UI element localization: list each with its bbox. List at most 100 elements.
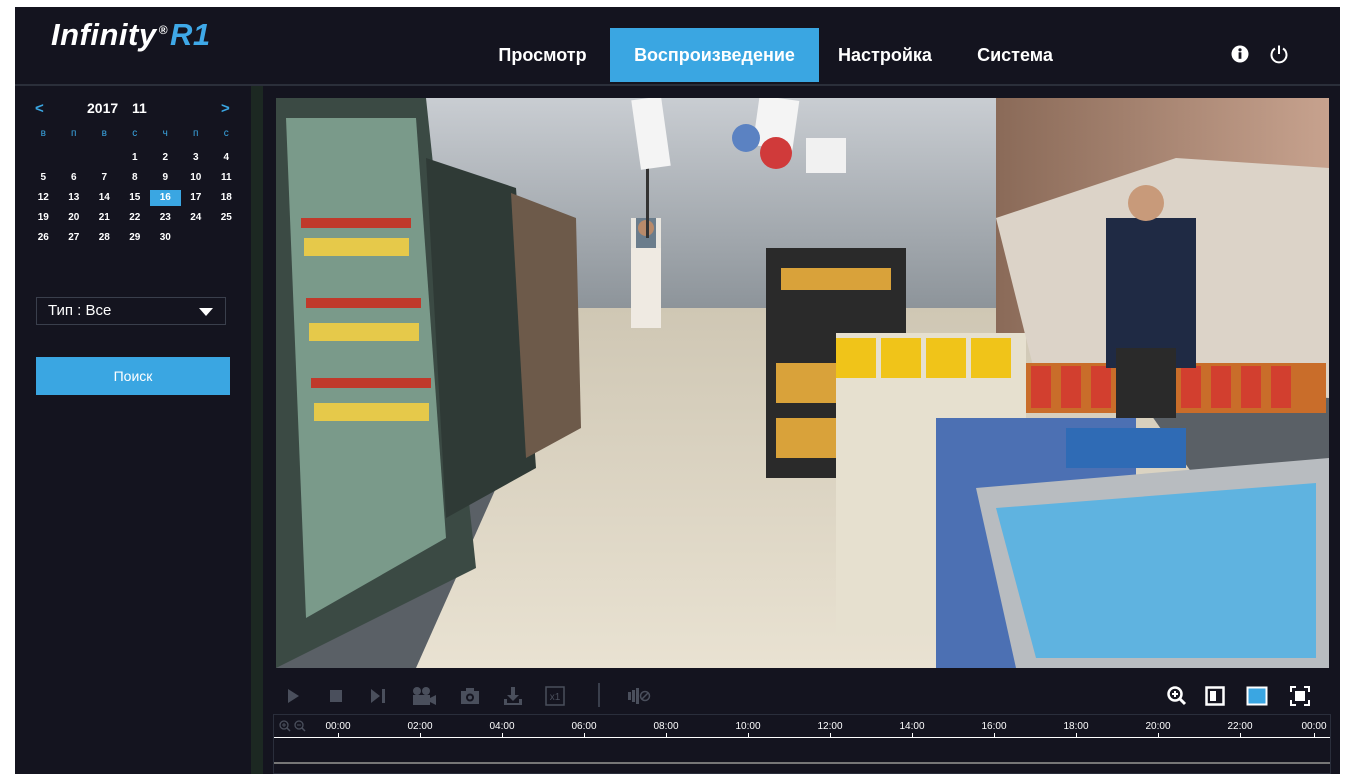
weekday-label: с [132,128,138,139]
calendar-day[interactable]: 12 [28,190,59,206]
info-icon[interactable] [1231,45,1249,68]
camera-feed-image [276,98,1329,668]
timeline[interactable]: 00:00 02:00 04:00 06:00 08:00 10:00 12:0… [273,714,1331,774]
calendar-day[interactable]: 22 [120,210,151,226]
calendar-next-month[interactable]: > [221,100,230,117]
calendar-week: 5 6 7 8 9 10 11 [28,170,242,186]
calendar-day[interactable]: 23 [150,210,181,226]
calendar-day[interactable]: 3 [181,150,212,166]
calendar-day[interactable]: 11 [211,170,242,186]
timeline-tick [748,733,749,738]
weekday-label: п [193,128,199,139]
timeline-tick [584,733,585,738]
calendar-day[interactable]: 8 [120,170,151,186]
logo: Infinity ®R1 [51,17,211,52]
video-playback-view[interactable] [276,98,1329,668]
timeline-tick [1240,733,1241,738]
speed-x1-icon[interactable]: x1 [544,685,566,707]
record-type-value: Тип : Все [48,302,112,319]
calendar-day[interactable]: 24 [181,210,212,226]
timeline-label: 18:00 [1063,721,1089,732]
calendar-day[interactable]: 27 [59,230,90,246]
timeline-label: 00:00 [325,721,351,732]
timeline-zoom-out-icon[interactable] [294,719,306,737]
weekday-label: в [101,128,107,139]
calendar-day[interactable]: 17 [181,190,212,206]
timeline-tick [1314,733,1315,738]
calendar-weekdays: в п в с ч п с [28,126,242,142]
single-view-icon[interactable] [1204,685,1226,707]
calendar-day[interactable]: 9 [150,170,181,186]
stop-icon[interactable] [325,685,347,707]
timeline-label: 20:00 [1145,721,1171,732]
zoom-in-icon[interactable] [1166,685,1188,707]
snapshot-icon[interactable] [459,685,481,707]
calendar-day[interactable]: 10 [181,170,212,186]
timeline-tick [994,733,995,738]
timeline-tick [912,733,913,738]
nav-tab-settings[interactable]: Настройка [826,28,944,82]
calendar-day[interactable]: 6 [59,170,90,186]
timeline-label: 02:00 [407,721,433,732]
timeline-tick [1158,733,1159,738]
next-frame-icon[interactable] [367,685,389,707]
weekday-label: п [71,128,77,139]
calendar-day[interactable]: 26 [28,230,59,246]
power-icon[interactable] [1269,44,1289,69]
calendar-week: 26 27 28 29 30 [28,230,242,246]
controls-divider [598,683,600,707]
timeline-label: 16:00 [981,721,1007,732]
calendar-day[interactable]: 21 [89,210,120,226]
timeline-tick [338,733,339,738]
timeline-label: 08:00 [653,721,679,732]
timeline-tick [830,733,831,738]
calendar-day[interactable]: 2 [150,150,181,166]
calendar-day[interactable]: 15 [120,190,151,206]
calendar-week: 12 13 14 15 16 17 18 [28,190,242,206]
calendar-day[interactable]: 7 [89,170,120,186]
search-button[interactable]: Поиск [36,357,230,395]
calendar-day[interactable]: 4 [211,150,242,166]
calendar-day[interactable]: 30 [150,230,181,246]
playback-controls: x1 [276,675,1340,713]
calendar-day[interactable]: 13 [59,190,90,206]
record-clip-icon[interactable] [410,685,438,707]
timeline-zoom-in-icon[interactable] [279,719,291,737]
nav-tab-playback[interactable]: Воспроизведение [610,28,819,82]
audio-mute-icon[interactable] [626,685,652,707]
timeline-label: 10:00 [735,721,761,732]
calendar-day[interactable]: 20 [59,210,90,226]
calendar-prev-month[interactable]: < [35,100,44,117]
panel-separator [251,86,263,774]
calendar-day[interactable]: 1 [120,150,151,166]
calendar-day[interactable]: 18 [211,190,242,206]
nav-tab-live-view[interactable]: Просмотр [485,28,600,82]
calendar-day-empty [89,150,120,166]
timeline-record-track[interactable] [274,762,1330,764]
calendar-day-empty [28,150,59,166]
calendar-day-empty [59,150,90,166]
calendar-day-selected[interactable]: 16 [150,190,181,206]
calendar-day-empty [181,230,212,246]
calendar-day[interactable]: 29 [120,230,151,246]
nav-tab-system[interactable]: Система [960,28,1070,82]
calendar-day[interactable]: 19 [28,210,59,226]
fullscreen-icon[interactable] [1289,685,1311,707]
timeline-axis [274,737,1330,738]
weekday-label: ч [162,128,168,139]
app-window: Infinity ®R1 Просмотр Воспроизведение Нас… [15,7,1340,774]
layout-view-icon[interactable] [1246,685,1268,707]
calendar-week: 1 2 3 4 [28,150,242,166]
header: Infinity ®R1 Просмотр Воспроизведение Нас… [15,7,1340,83]
download-icon[interactable] [502,685,524,707]
calendar-day[interactable]: 25 [211,210,242,226]
timeline-label: 22:00 [1227,721,1253,732]
calendar-day[interactable]: 28 [89,230,120,246]
calendar-day[interactable]: 14 [89,190,120,206]
svg-text:x1: x1 [550,692,561,703]
calendar-day-empty [211,230,242,246]
play-icon[interactable] [282,685,304,707]
calendar-day[interactable]: 5 [28,170,59,186]
record-type-select[interactable]: Тип : Все [36,297,226,325]
weekday-label: с [223,128,229,139]
